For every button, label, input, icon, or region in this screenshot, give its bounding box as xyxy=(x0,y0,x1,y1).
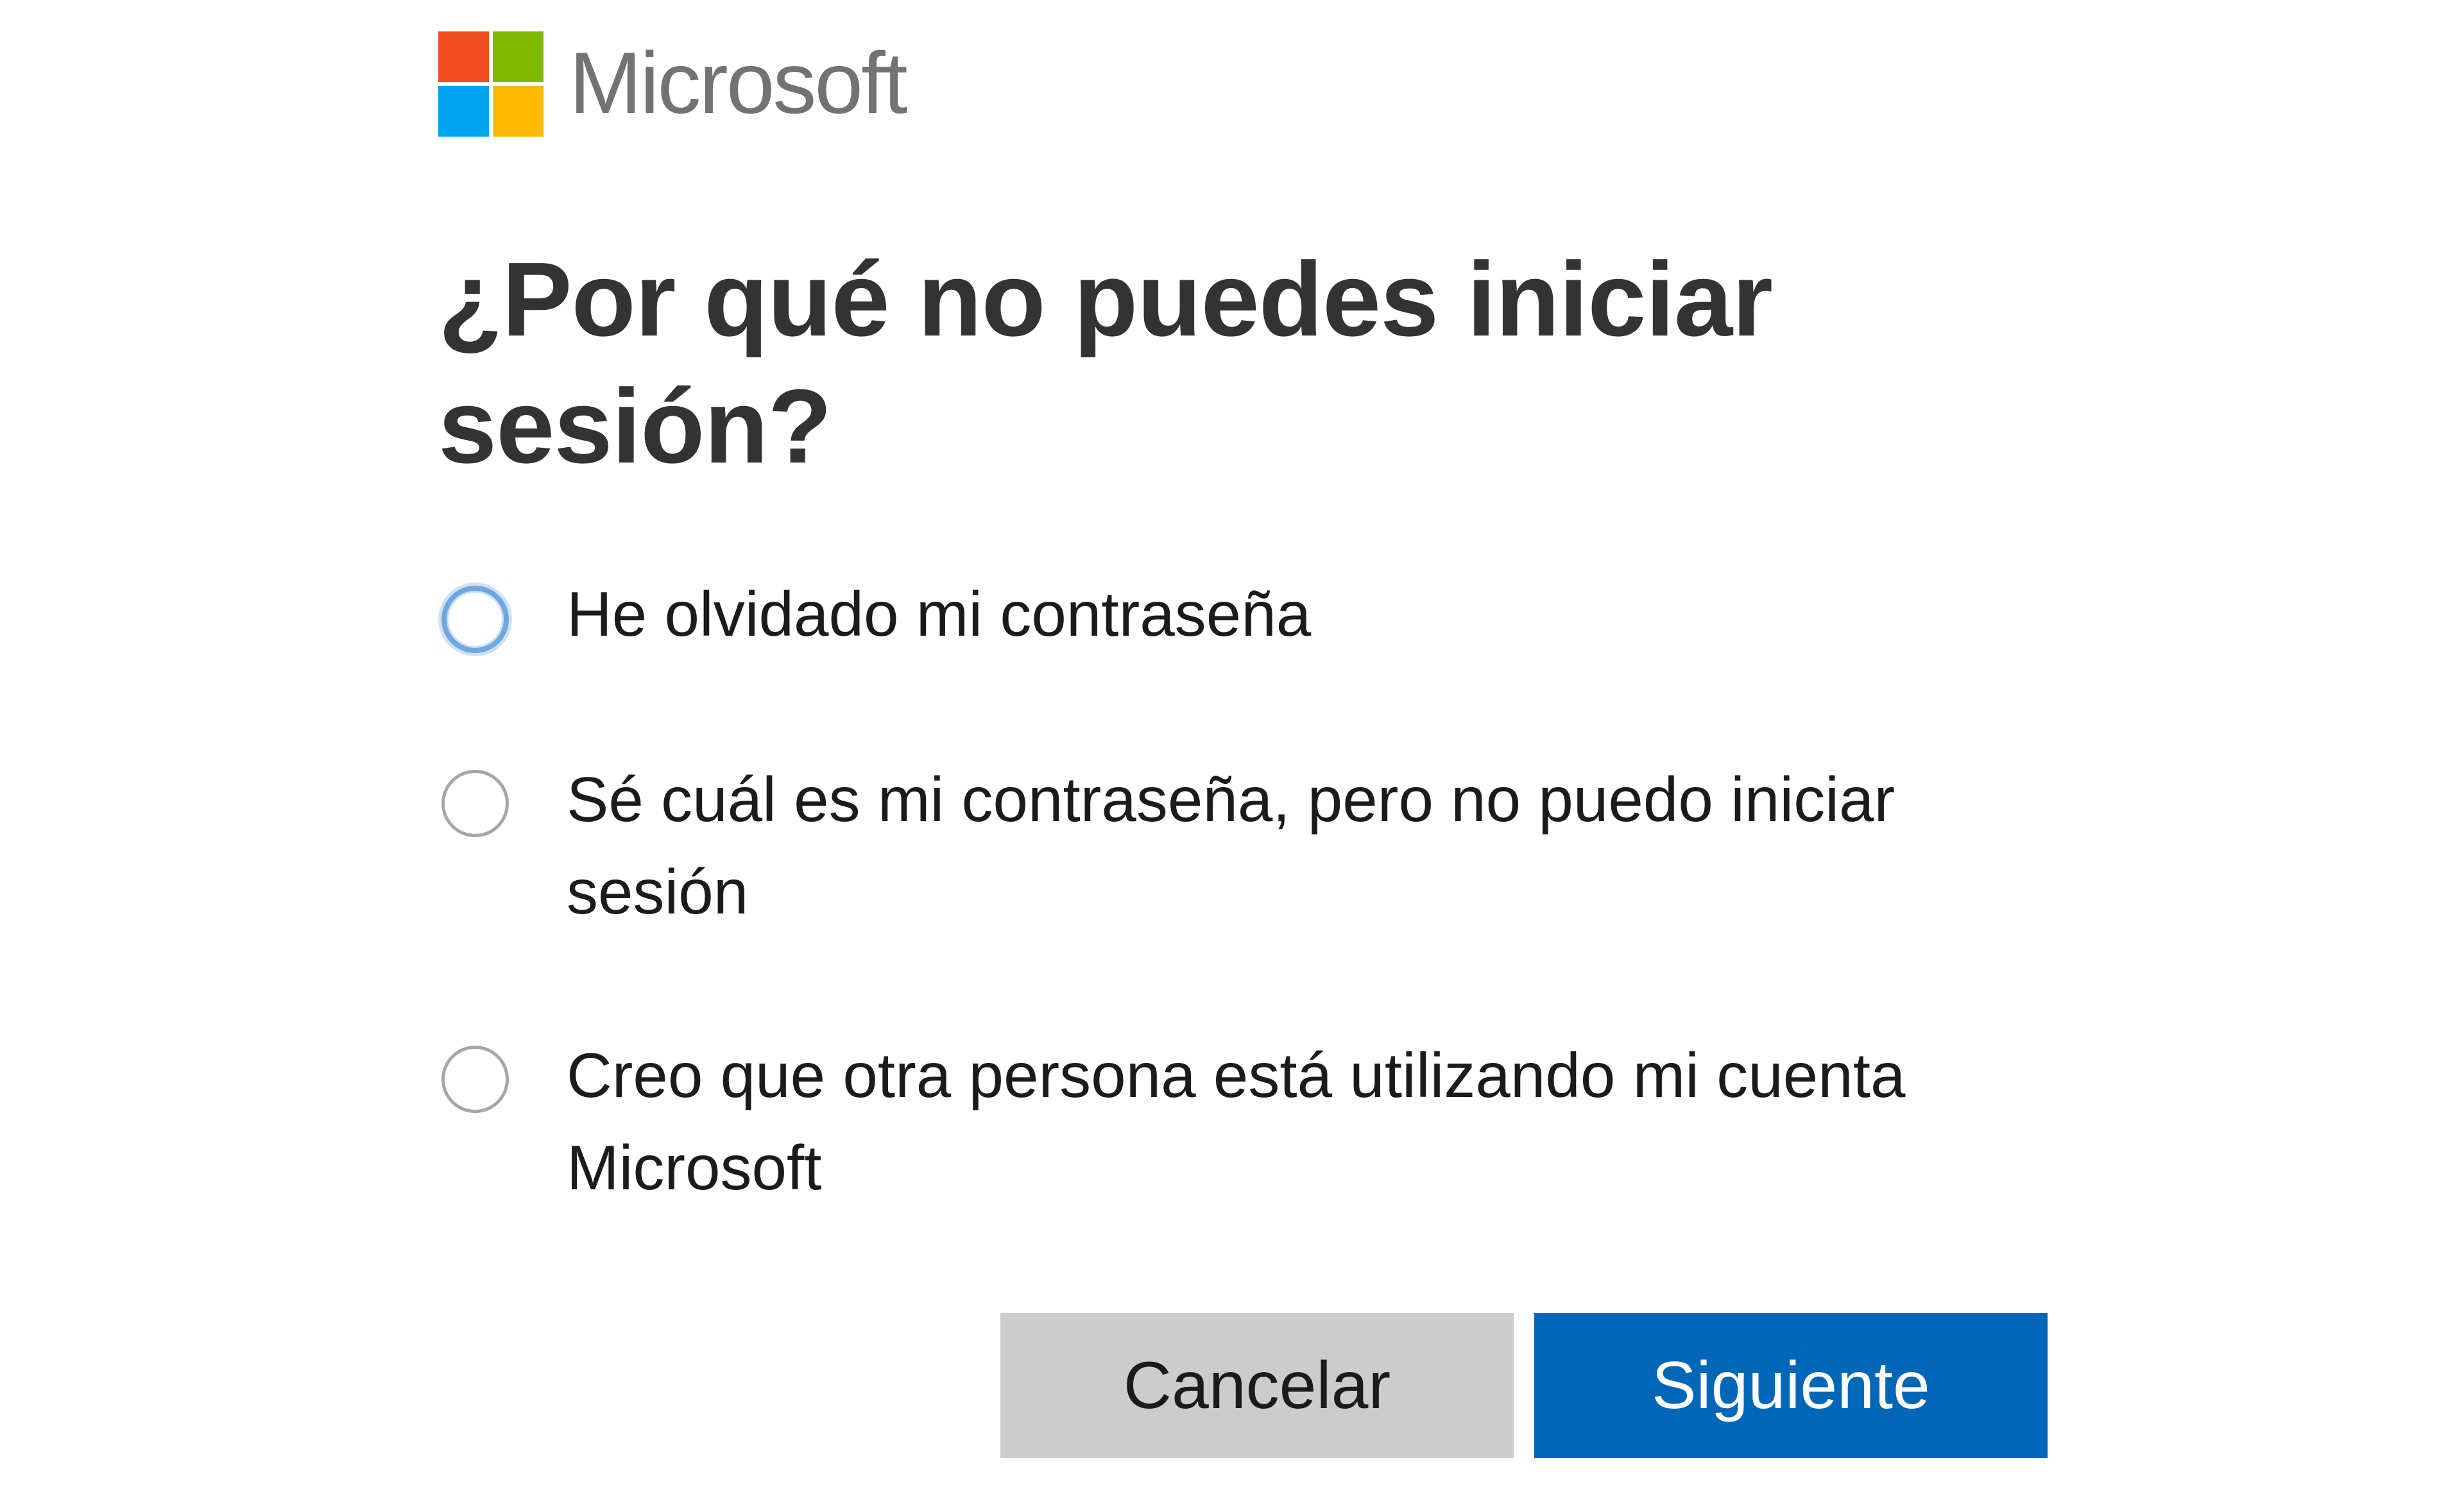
logo-green-square xyxy=(493,31,543,82)
microsoft-logo-icon xyxy=(438,31,543,137)
logo-red-square xyxy=(438,31,489,82)
page-title: ¿Por qué no puedes iniciar sesión? xyxy=(438,241,1773,485)
cancel-button[interactable]: Cancelar xyxy=(1000,1313,1514,1458)
option-label: He olvidado mi contraseña xyxy=(567,579,1312,649)
radio-button[interactable] xyxy=(441,770,509,837)
next-button[interactable]: Siguiente xyxy=(1534,1313,2048,1458)
microsoft-wordmark: Microsoft xyxy=(569,34,908,132)
option-label: Sé cuál es mi contraseña, pero no puedo … xyxy=(567,764,1895,927)
radio-button[interactable] xyxy=(441,586,509,653)
header: Microsoft xyxy=(438,31,908,137)
radio-button[interactable] xyxy=(441,1046,509,1113)
logo-blue-square xyxy=(438,86,489,137)
option-label: Creo que otra persona está utilizando mi… xyxy=(567,1040,1906,1203)
logo-yellow-square xyxy=(493,86,543,137)
